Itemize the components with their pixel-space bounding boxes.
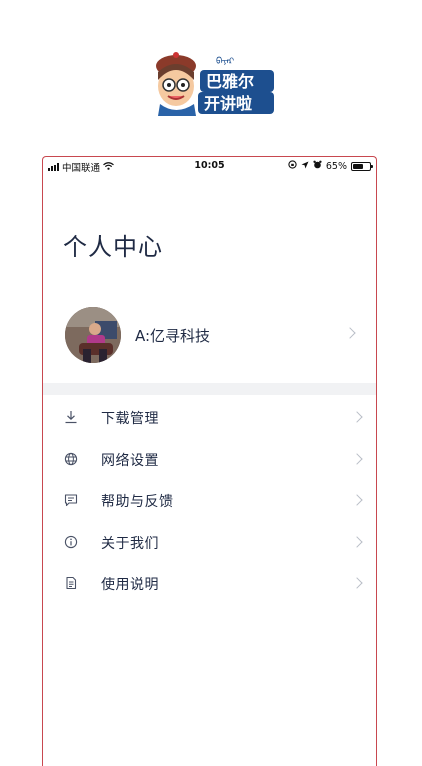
download-icon xyxy=(64,410,78,424)
menu-item-label: 使用说明 xyxy=(101,577,159,594)
logo-script-text: ᠪᠠᠶᠠᠷ xyxy=(216,57,235,67)
settings-menu: 下载管理 网络设置 帮助与反馈 关于我们 使用说明 xyxy=(43,397,376,605)
battery-percent: 65% xyxy=(325,160,347,172)
globe-icon xyxy=(64,452,78,466)
logo-line2: 开讲啦 xyxy=(204,94,252,113)
feedback-icon xyxy=(64,493,78,507)
chevron-right-icon xyxy=(344,327,356,339)
chevron-right-icon xyxy=(351,494,363,506)
avatar[interactable] xyxy=(65,307,121,363)
section-divider xyxy=(43,383,376,395)
menu-item-label: 帮助与反馈 xyxy=(101,494,174,511)
chevron-right-icon xyxy=(351,452,363,465)
menu-item-label: 关于我们 xyxy=(101,535,159,552)
app-logo: ᠪᠠᠶᠠᠷ 巴雅尔 开讲啦 xyxy=(150,50,275,120)
menu-item-download[interactable]: 下载管理 xyxy=(43,397,376,439)
menu-item-about[interactable]: 关于我们 xyxy=(43,522,376,564)
menu-item-instructions[interactable]: 使用说明 xyxy=(43,563,376,605)
status-bar: 中国联通 10:05 65% xyxy=(43,157,376,175)
location-icon xyxy=(301,161,309,172)
document-icon xyxy=(64,576,78,590)
logo-line1: 巴雅尔 xyxy=(206,72,254,91)
menu-item-network[interactable]: 网络设置 xyxy=(43,439,376,481)
alarm-icon xyxy=(313,160,322,172)
orientation-lock-icon xyxy=(288,160,297,172)
phone-screen: 中国联通 10:05 65% 个人中心 A:亿寻科技 下载管理 网络设置 帮助与… xyxy=(42,156,377,766)
menu-item-feedback[interactable]: 帮助与反馈 xyxy=(43,480,376,522)
menu-item-label: 网络设置 xyxy=(101,452,159,469)
page-title: 个人中心 xyxy=(63,233,163,261)
chevron-right-icon xyxy=(351,411,363,423)
chevron-right-icon xyxy=(351,577,363,590)
info-icon xyxy=(64,535,78,549)
chevron-right-icon xyxy=(351,536,363,548)
profile-row[interactable]: A:亿寻科技 xyxy=(43,305,376,365)
menu-item-label: 下载管理 xyxy=(101,411,159,427)
battery-icon xyxy=(351,161,373,171)
profile-name: A:亿寻科技 xyxy=(135,327,211,345)
